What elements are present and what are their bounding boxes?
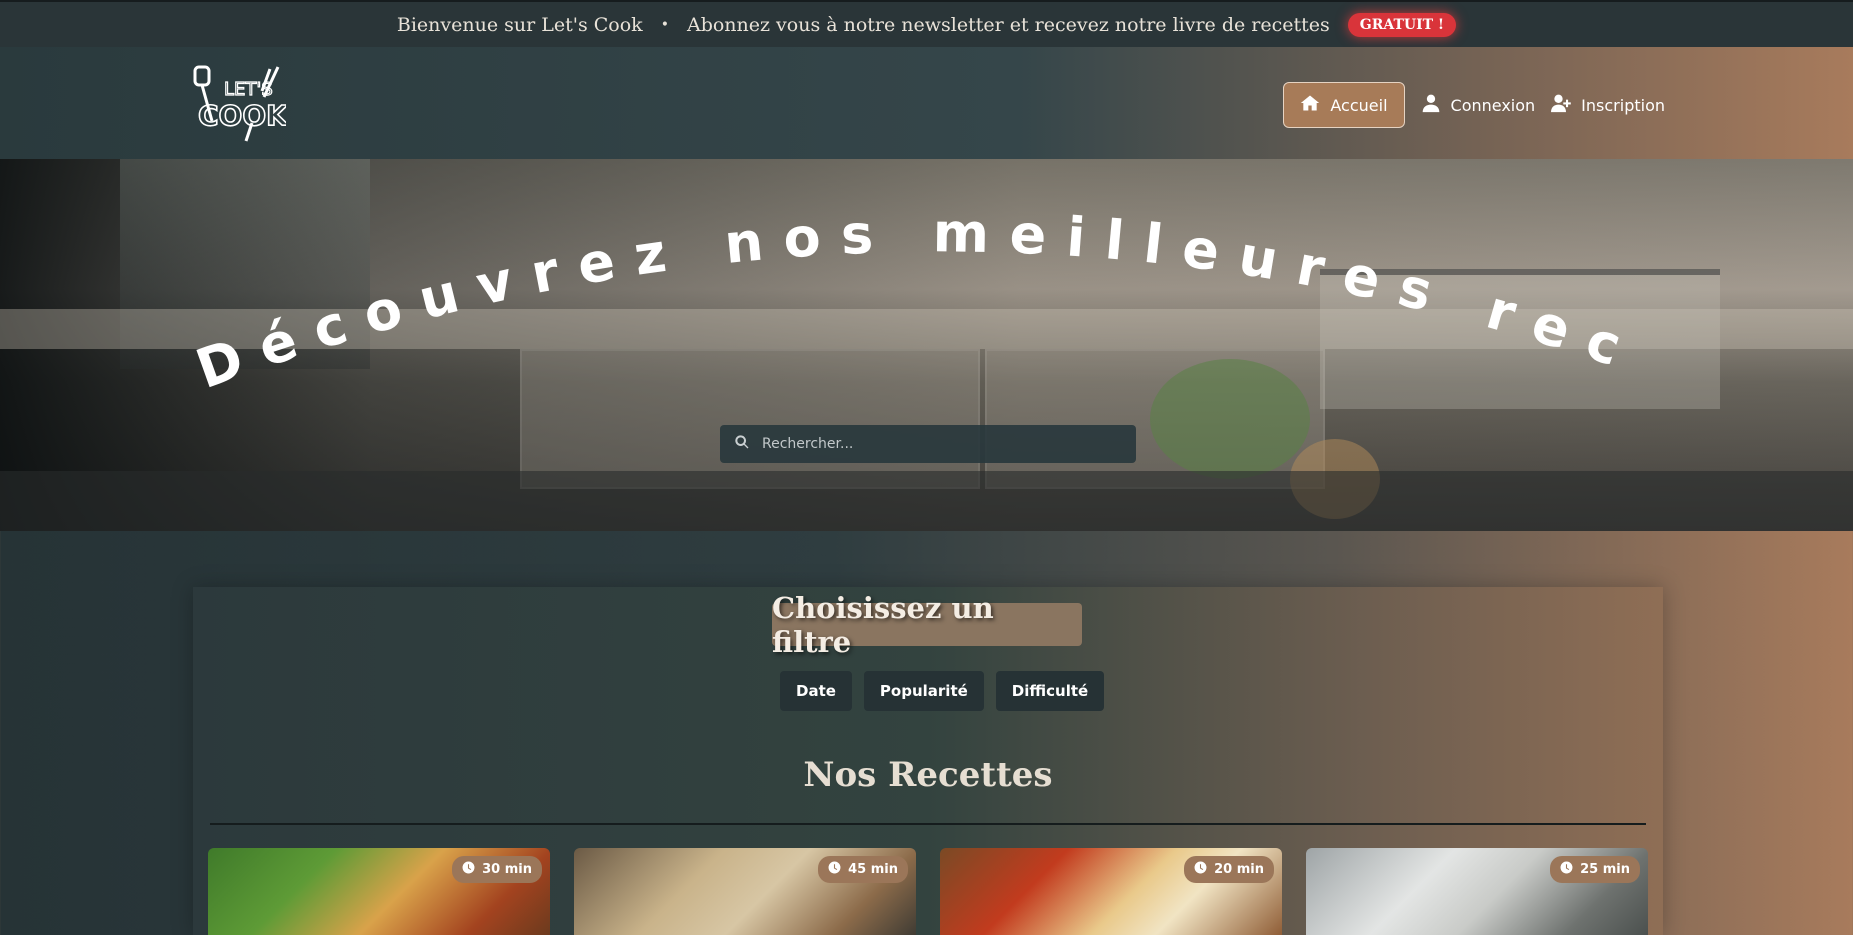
filter-buttons: Date Popularité Difficulté [780,671,1105,711]
time-badge: 20 min [1184,856,1274,883]
hero-title: Découvrez nos meilleures recettes [0,159,1648,401]
search-bar[interactable] [720,425,1136,463]
section-divider [210,823,1646,825]
recipe-time: 20 min [1214,862,1264,877]
welcome-text: Bienvenue sur Let's Cook [396,13,643,36]
logo-icon: LET'S COOK [193,65,290,142]
recipe-card[interactable]: 25 min [1306,848,1648,935]
search-input[interactable] [762,436,1122,452]
nav-connexion[interactable]: Connexion [1421,83,1536,127]
nav-inscription[interactable]: Inscription [1551,83,1665,127]
separator-dot: • [660,16,669,33]
search-icon [734,434,750,454]
nav-accueil-label: Accueil [1330,95,1388,115]
recipe-card[interactable]: 30 min [208,848,550,935]
user-plus-icon [1551,93,1571,117]
clock-icon [462,861,475,878]
svg-text:COOK: COOK [198,99,286,132]
recipe-card[interactable]: 20 min [940,848,1282,935]
logo[interactable]: LET'S COOK [190,63,290,143]
newsletter-text[interactable]: Abonnez vous à notre newsletter et recev… [687,14,1330,36]
svg-text:LET'S: LET'S [224,79,273,100]
clock-icon [1560,861,1573,878]
time-badge: 25 min [1550,856,1640,883]
filter-popularite-button[interactable]: Popularité [863,671,984,711]
announcement-bar: Bienvenue sur Let's Cook • Abonnez vous … [0,0,1853,47]
time-badge: 45 min [818,856,908,883]
clock-icon [1194,861,1207,878]
home-icon [1300,93,1320,117]
hero-banner: Découvrez nos meilleures recettes [0,159,1853,531]
recipe-time: 30 min [482,862,532,877]
filter-title: Choisissez un filtre [772,591,1082,659]
nav-inscription-label: Inscription [1581,95,1665,115]
site-header: LET'S COOK Accueil Connexion Inscription [0,47,1853,159]
filter-difficulte-button[interactable]: Difficulté [995,671,1105,711]
recipe-time: 25 min [1580,862,1630,877]
main-nav: Accueil Connexion Inscription [1283,82,1665,128]
recipe-card[interactable]: 45 min [574,848,916,935]
filter-date-button[interactable]: Date [780,671,852,711]
recipe-time: 45 min [848,862,898,877]
nav-accueil[interactable]: Accueil [1283,82,1405,128]
svg-text:Découvrez nos meilleures recet: Découvrez nos meilleures recettes [0,159,1648,401]
free-badge[interactable]: GRATUIT ! [1347,12,1457,37]
nav-connexion-label: Connexion [1450,95,1536,115]
recipes-title: Nos Recettes [803,755,1053,795]
user-icon [1421,93,1441,117]
time-badge: 30 min [452,856,542,883]
clock-icon [828,861,841,878]
